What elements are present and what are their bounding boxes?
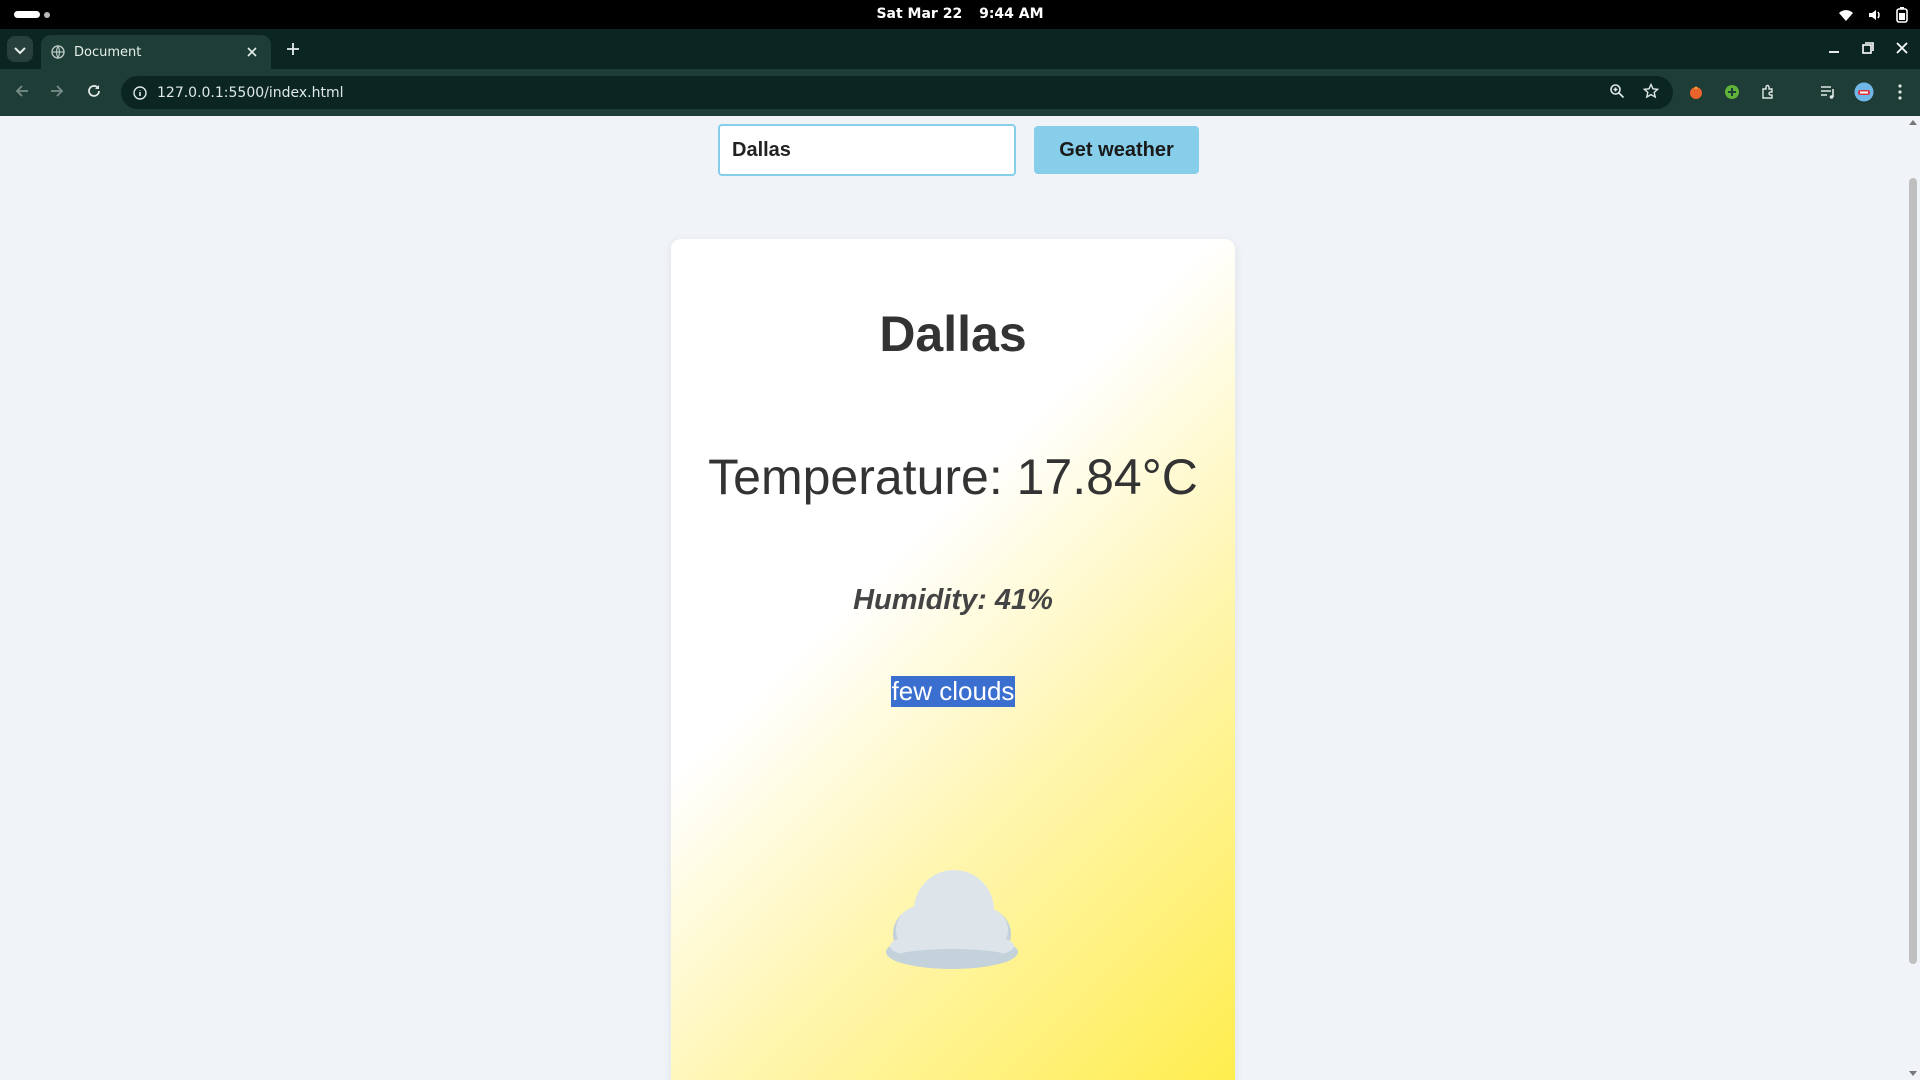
page-scrollbar[interactable] [1906,116,1920,1080]
globe-icon [51,45,65,59]
extensions-puzzle-icon[interactable] [1758,82,1778,102]
city-input[interactable] [718,124,1016,176]
media-controls-icon[interactable] [1818,82,1838,102]
more-menu-icon[interactable] [1890,82,1910,102]
profile-avatar-icon[interactable] [1854,82,1874,102]
chevron-down-icon [14,40,26,59]
zoom-icon[interactable] [1609,83,1625,102]
arrow-left-icon [15,83,29,102]
forward-button[interactable] [46,81,68,103]
url-text: 127.0.0.1:5500/index.html [157,84,344,101]
restore-icon[interactable] [1860,38,1876,58]
address-bar[interactable]: 127.0.0.1:5500/index.html [121,76,1673,109]
toolbar-divider [1794,82,1802,102]
os-top-bar: Sat Mar 22 9:44 AM [0,0,1920,29]
wifi-icon [1838,8,1854,22]
system-tray[interactable] [1838,0,1908,29]
cloud-icon [882,866,1022,976]
arrow-right-icon [50,83,64,102]
os-time: 9:44 AM [979,6,1044,22]
weather-card: Dallas Temperature: 17.84°C Humidity: 41… [671,239,1235,1080]
browser-tab-bar: Document [0,29,1920,69]
battery-icon [1896,6,1908,23]
page-viewport: Get weather Dallas Temperature: 17.84°C … [0,116,1920,1080]
site-info-icon[interactable] [133,85,147,100]
bookmark-star-icon[interactable] [1642,82,1660,102]
search-form: Get weather [718,124,1199,176]
extension-green-icon[interactable] [1722,82,1742,102]
city-name: Dallas [879,306,1027,362]
volume-icon [1868,8,1882,22]
address-bar-actions [1609,82,1660,102]
tab-search-button[interactable] [7,36,33,62]
plus-icon [286,41,300,60]
get-weather-button[interactable]: Get weather [1034,126,1199,174]
description-wrapper: few clouds [671,676,1235,707]
weather-description: few clouds [890,676,1016,707]
temperature-text: Temperature: 17.84°C [708,449,1198,505]
window-controls [1826,38,1910,58]
close-window-icon[interactable] [1894,38,1910,58]
minimize-icon[interactable] [1826,38,1842,58]
scroll-down-arrow-icon[interactable] [1909,1071,1917,1076]
tab-document[interactable]: Document [41,35,271,69]
back-button[interactable] [11,81,33,103]
extensions-area [1686,82,1910,102]
scroll-up-arrow-icon[interactable] [1909,120,1917,125]
close-tab-icon[interactable] [243,43,261,61]
extension-orange-icon[interactable] [1686,82,1706,102]
new-tab-button[interactable] [283,40,303,60]
reload-icon [87,83,101,102]
scrollbar-thumb[interactable] [1909,178,1917,964]
tab-title: Document [74,44,142,60]
os-date: Sat Mar 22 [876,6,963,22]
humidity-text: Humidity: 41% [853,584,1053,616]
reload-button[interactable] [83,81,105,103]
browser-toolbar: 127.0.0.1:5500/index.html [0,69,1920,116]
os-clock[interactable]: Sat Mar 22 9:44 AM [0,0,1920,29]
